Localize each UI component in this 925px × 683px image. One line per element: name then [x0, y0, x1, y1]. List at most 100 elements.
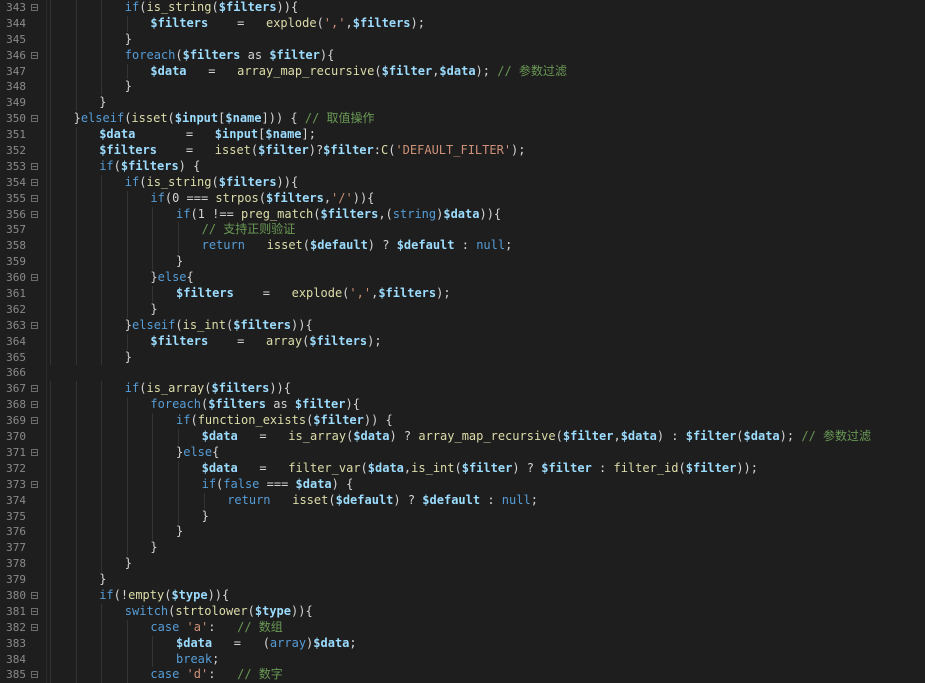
code-line[interactable]: 379}	[0, 572, 925, 588]
code-token: :	[454, 238, 477, 253]
code-line[interactable]: 373− if(false === $data) {	[0, 476, 925, 493]
code-line[interactable]: 344 $filters = explode(',',$filters);	[0, 15, 925, 32]
fold-toggle-icon[interactable]: −	[31, 607, 38, 615]
code-line[interactable]: 367− if(is_array($filters)){	[0, 381, 925, 398]
code-line[interactable]: 369− if(function_exists($filter)) {	[0, 413, 925, 430]
indent-guide	[126, 540, 128, 557]
code-text: if(function_exists($filter)) {	[176, 413, 393, 429]
indent-guide	[50, 333, 51, 350]
code-token: )){	[352, 190, 375, 205]
code-line[interactable]: 372 $data = filter_var($data,is_int($filt…	[0, 460, 925, 477]
line-number: 350	[6, 112, 26, 126]
indent-guide	[50, 651, 51, 668]
code-line[interactable]: 368− foreach($filters as $filter){	[0, 397, 925, 414]
code-line[interactable]: 385− case 'd': // 数字	[0, 667, 925, 683]
code-editor[interactable]: 343− if(is_string($filters)){344 $filters …	[0, 0, 925, 683]
code-line[interactable]: 354− if(is_string($filters)){	[0, 174, 925, 191]
code-line[interactable]: 381− switch(strtolower($type)){	[0, 603, 925, 620]
line-number: 354	[6, 175, 26, 189]
fold-toggle-icon[interactable]: −	[31, 321, 38, 329]
line-number: 343	[6, 1, 26, 14]
code-line[interactable]: 362}	[0, 301, 925, 318]
code-line[interactable]: 346− foreach($filters as $filter){	[0, 47, 925, 64]
indent-guide	[101, 63, 103, 80]
code-line[interactable]: 353− if($filters) {	[0, 158, 925, 175]
code-token: $filter	[461, 460, 513, 475]
fold-toggle-icon[interactable]: −	[31, 115, 38, 123]
fold-toggle-icon[interactable]: −	[31, 51, 38, 59]
fold-toggle-icon[interactable]: −	[31, 385, 38, 393]
code-line[interactable]: 349}	[0, 95, 925, 112]
code-line[interactable]: 384 break;	[0, 651, 925, 668]
code-line[interactable]: 351 $data = $input[$name];	[0, 127, 925, 144]
code-line[interactable]: 365}	[0, 349, 925, 366]
fold-toggle-icon[interactable]: −	[31, 194, 38, 202]
code-line[interactable]: 374 return isset($default) ? $default : n…	[0, 492, 925, 509]
code-line[interactable]: 360−}else{	[0, 270, 925, 287]
code-token: // 取值操作	[304, 111, 375, 126]
code-line[interactable]: 366	[0, 365, 925, 381]
code-text: foreach($filters as $filter){	[150, 397, 360, 413]
fold-toggle-icon[interactable]: −	[31, 401, 38, 409]
code-line[interactable]: 376}	[0, 524, 925, 541]
code-line[interactable]: 375}	[0, 508, 925, 525]
fold-toggle-icon[interactable]: −	[31, 210, 38, 218]
code-text: return isset($default) ? $default : null…	[227, 493, 538, 509]
code-token: (	[175, 317, 183, 332]
fold-toggle-icon[interactable]: −	[31, 480, 38, 488]
fold-toggle-icon[interactable]: −	[31, 4, 38, 12]
code-line[interactable]: 377}	[0, 540, 925, 557]
code-line[interactable]: 347 $data = array_map_recursive($filter,$…	[0, 63, 925, 80]
line-number: 366	[6, 366, 26, 380]
fold-toggle-icon[interactable]: −	[31, 178, 38, 186]
code-token: ))	[207, 587, 223, 602]
code-line[interactable]: 350−}elseif(isset($input[$name])) { // 取…	[0, 111, 925, 128]
code-line[interactable]: 359}	[0, 254, 925, 271]
code-line[interactable]: 355− if(0 === strpos($filters,'/')){	[0, 190, 925, 207]
code-token: }	[99, 95, 107, 110]
code-token: (1 !==	[190, 206, 242, 221]
code-line[interactable]: 343− if(is_string($filters)){	[0, 0, 925, 16]
code-line[interactable]: 378}	[0, 556, 925, 573]
code-token: is_string	[146, 174, 212, 189]
indent-guide	[101, 270, 103, 287]
fold-toggle-icon[interactable]: −	[31, 671, 38, 679]
code-line[interactable]: 356− if(1 !== preg_match($filters,(string…	[0, 206, 925, 223]
fold-toggle-icon[interactable]: −	[31, 162, 38, 170]
code-line[interactable]: 358 return isset($default) ? $default : n…	[0, 238, 925, 255]
fold-toggle-icon[interactable]: −	[31, 274, 38, 282]
indent-guide	[152, 524, 154, 541]
fold-toggle-icon[interactable]: −	[31, 623, 38, 631]
indent-guide	[50, 254, 51, 271]
code-line[interactable]: 363−}elseif(is_int($filters)){	[0, 317, 925, 334]
code-token: 'a'	[186, 619, 209, 634]
indent-guide	[75, 143, 77, 159]
code-text: return isset($default) ? $default : null…	[202, 238, 513, 254]
code-line[interactable]: 371−}else{	[0, 444, 925, 461]
code-line[interactable]: 380− if(!empty($type)){	[0, 587, 925, 604]
code-line[interactable]: 383 $data = (array)$data;	[0, 635, 925, 652]
code-token: (	[328, 492, 336, 507]
indent-guide	[75, 333, 77, 350]
code-token: ) :	[656, 429, 686, 444]
code-line[interactable]: 361 $filters = explode(',',$filters);	[0, 286, 925, 302]
code-line[interactable]: 370 $data = is_array($data) ? array_map_r…	[0, 429, 925, 445]
code-token: break	[176, 651, 213, 666]
code-token: $filters	[309, 333, 368, 348]
code-token: =	[186, 63, 238, 78]
code-token: ,	[323, 190, 332, 205]
code-line[interactable]: 382− case 'a': // 数组	[0, 619, 925, 636]
code-line[interactable]: 364 $filters = array($filters);	[0, 333, 925, 350]
code-line[interactable]: 352 $filters = isset($filter)?$filter:C('…	[0, 143, 925, 159]
code-line[interactable]: 348}	[0, 79, 925, 96]
fold-toggle-icon[interactable]: −	[31, 417, 38, 425]
code-line[interactable]: 357 // 支持正则验证	[0, 222, 925, 239]
code-token: isset	[131, 111, 168, 126]
code-line[interactable]: 345}	[0, 31, 925, 48]
code-token: (	[360, 460, 368, 475]
indent-guide	[101, 619, 103, 636]
fold-toggle-icon[interactable]: −	[31, 448, 38, 456]
indent-guide	[126, 651, 128, 668]
indent-guide	[50, 667, 51, 683]
fold-toggle-icon[interactable]: −	[31, 591, 38, 599]
